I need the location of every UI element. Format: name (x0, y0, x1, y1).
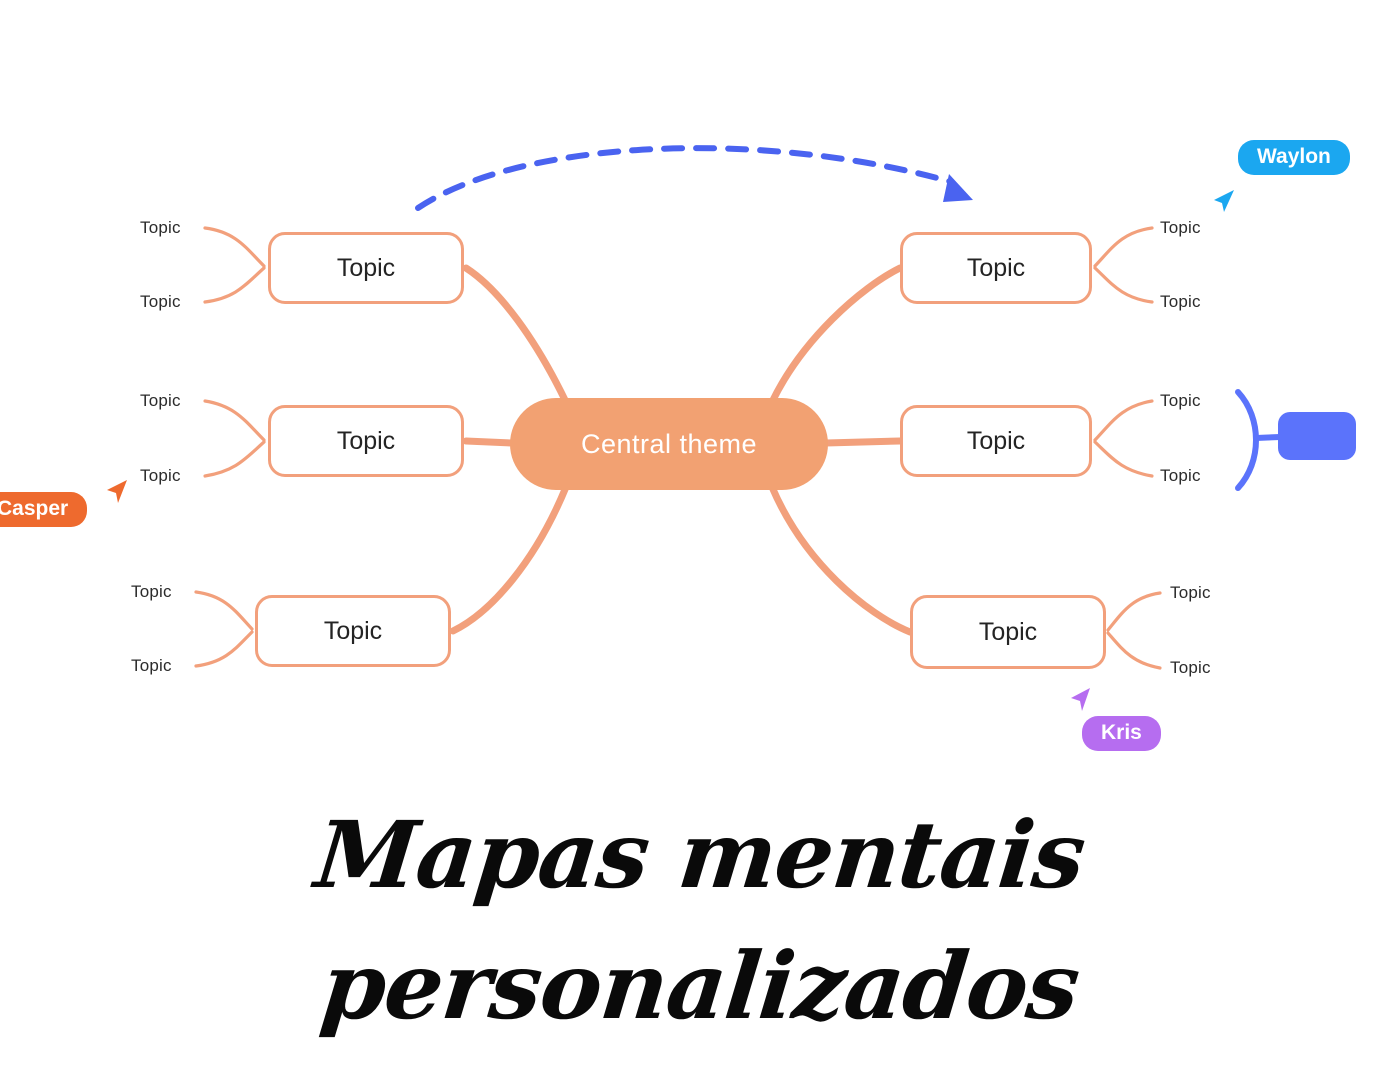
leaf-topic-left-1-a[interactable]: Topic (140, 218, 181, 238)
page-title: Mapas mentais personalizados (0, 790, 1400, 1051)
page-title-line-1: Mapas mentais (310, 801, 1090, 909)
leaf-topic-left-2-b[interactable]: Topic (140, 466, 181, 486)
mindmap-canvas: Central theme Topic Topic Topic Topic To… (0, 0, 1400, 1082)
leaf-topic-right-1-a[interactable]: Topic (1160, 218, 1201, 238)
page-title-line-2: personalizados (316, 931, 1084, 1040)
topic-box-right-2[interactable]: Topic (900, 405, 1092, 477)
cursor-icon-kris (1071, 688, 1090, 711)
collaborator-label-kris[interactable]: Kris (1082, 716, 1161, 751)
topic-box-right-1[interactable]: Topic (900, 232, 1092, 304)
leaf-topic-right-1-b[interactable]: Topic (1160, 292, 1201, 312)
node-layer: Central theme Topic Topic Topic Topic To… (0, 0, 1400, 800)
leaf-topic-left-3-b[interactable]: Topic (131, 656, 172, 676)
central-theme-node[interactable]: Central theme (510, 398, 828, 490)
cursor-icon-casper (107, 480, 127, 503)
collaborator-label-waylon[interactable]: Waylon (1238, 140, 1350, 175)
topic-box-left-3[interactable]: Topic (255, 595, 451, 667)
leaf-topic-right-2-b[interactable]: Topic (1160, 466, 1201, 486)
topic-box-right-3[interactable]: Topic (910, 595, 1106, 669)
leaf-topic-left-2-a[interactable]: Topic (140, 391, 181, 411)
leaf-topic-left-1-b[interactable]: Topic (140, 292, 181, 312)
topic-box-left-1[interactable]: Topic (268, 232, 464, 304)
leaf-topic-right-3-a[interactable]: Topic (1170, 583, 1211, 603)
cursor-icon-waylon (1214, 190, 1234, 212)
leaf-topic-right-3-b[interactable]: Topic (1170, 658, 1211, 678)
collaborator-label-casper[interactable]: Casper (0, 492, 88, 527)
new-node-placeholder[interactable] (1278, 412, 1356, 460)
topic-box-left-2[interactable]: Topic (268, 405, 464, 477)
leaf-topic-right-2-a[interactable]: Topic (1160, 391, 1201, 411)
leaf-topic-left-3-a[interactable]: Topic (131, 582, 172, 602)
